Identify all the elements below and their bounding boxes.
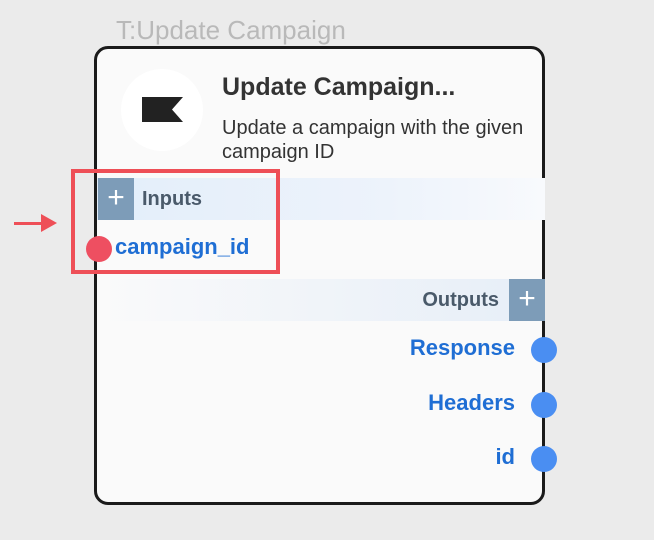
node-logo bbox=[121, 69, 203, 151]
outputs-label: Outputs bbox=[422, 289, 499, 311]
output-port-response[interactable]: Response bbox=[410, 335, 515, 361]
node-title: Update Campaign... bbox=[222, 73, 456, 101]
output-port-headers-dot[interactable] bbox=[531, 392, 557, 418]
arrow-icon bbox=[14, 214, 57, 232]
outputs-section-header: + Outputs bbox=[97, 279, 545, 321]
add-output-button[interactable]: + bbox=[509, 279, 545, 321]
output-port-id[interactable]: id bbox=[495, 444, 515, 470]
output-port-id-dot[interactable] bbox=[531, 446, 557, 472]
output-port-headers[interactable]: Headers bbox=[428, 390, 515, 416]
node-description: Update a campaign with the given campaig… bbox=[222, 117, 524, 163]
update-campaign-node[interactable]: Update Campaign... Update a campaign wit… bbox=[86, 46, 557, 505]
node-type-label: T:Update Campaign bbox=[116, 15, 346, 45]
output-port-response-dot[interactable] bbox=[531, 337, 557, 363]
highlight-box bbox=[71, 169, 280, 274]
flag-icon bbox=[142, 97, 183, 122]
